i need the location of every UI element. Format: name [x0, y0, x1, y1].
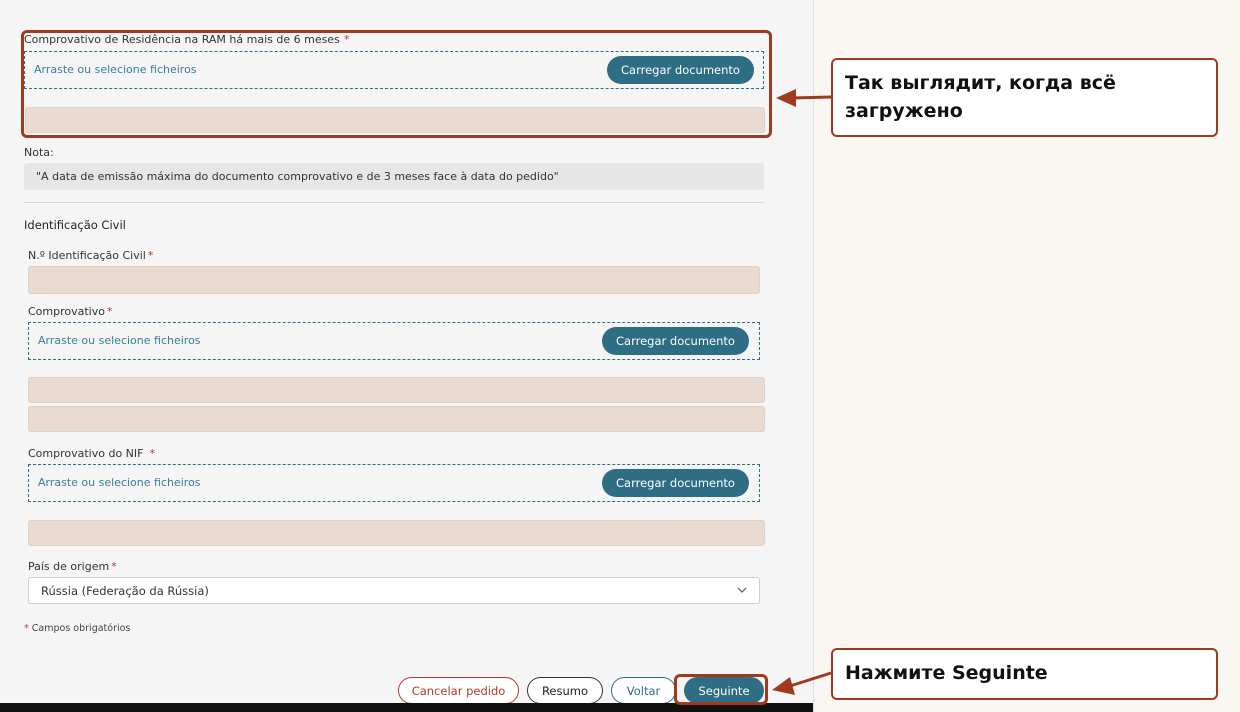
annotation-arrows [772, 89, 832, 695]
arrow-to-uploaded-section [776, 89, 832, 107]
arrow-to-next-button [772, 671, 832, 695]
